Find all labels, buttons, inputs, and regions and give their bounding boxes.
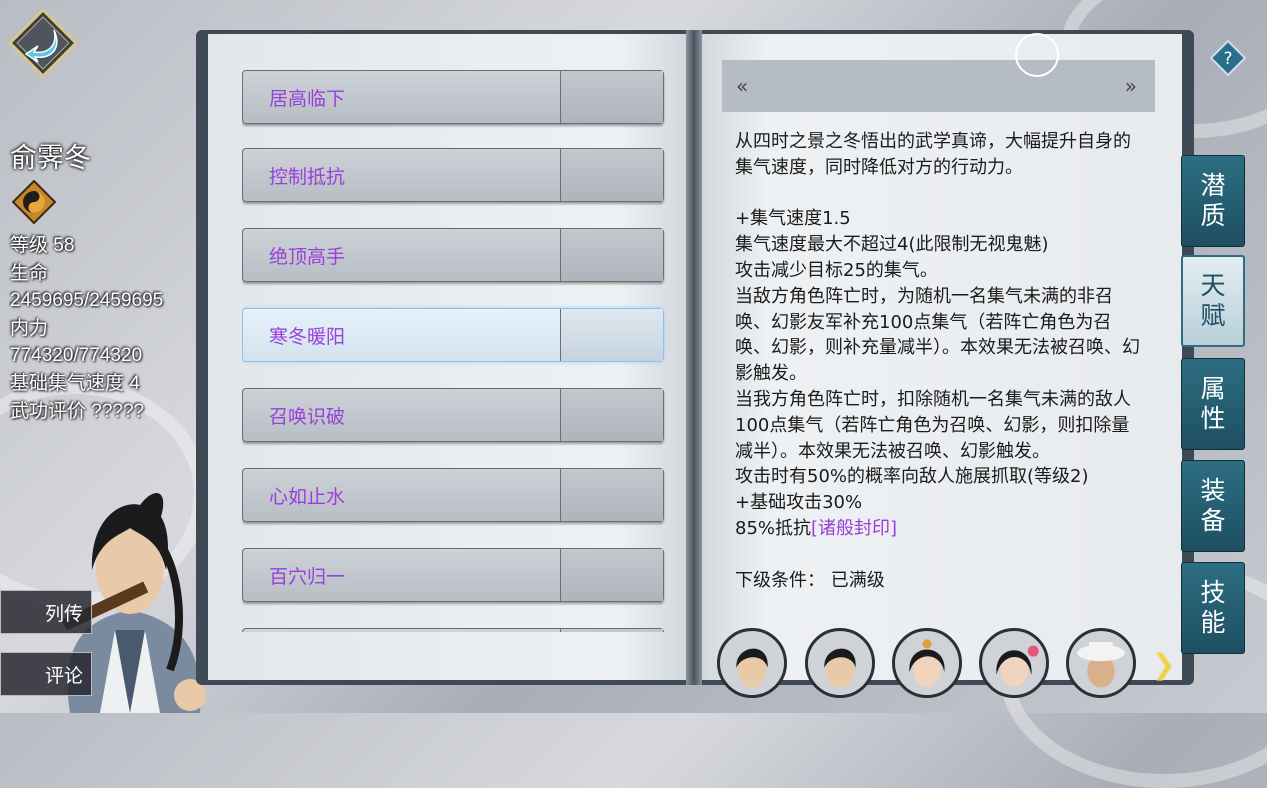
talent-name: 寒冬暖阳 [269, 327, 346, 348]
tab-potential[interactable]: 潜质 [1181, 155, 1245, 247]
description-line: +基础攻击30% [735, 490, 1140, 516]
tab-char: 性 [1200, 404, 1226, 433]
description-line: 当敌方角色阵亡时，为随机一名集气未满的非召唤、幻影友军补充100点集气（若阵亡角… [735, 284, 1140, 387]
tab-skills[interactable]: 技能 [1181, 562, 1245, 654]
description-text: 集气速度最大不超过4(此限制无视鬼魅) [735, 234, 1049, 256]
talent-item[interactable]: 召唤识破 [242, 388, 664, 442]
talent-slot [560, 71, 663, 123]
talent-list[interactable]: 居高临下 控制抵抗 绝顶高手 寒冬暖阳 召唤识破 心如止水 百穴归一 [242, 70, 666, 632]
talent-slot [560, 469, 663, 521]
mp-label: 内力 [10, 317, 49, 339]
talent-item[interactable] [242, 628, 664, 632]
talent-item[interactable]: 心如止水 [242, 468, 664, 522]
tab-char: 属 [1200, 374, 1226, 403]
talent-slot [560, 389, 663, 441]
sect-yin-yang-icon [12, 180, 56, 224]
level-stat: 等级 58 [10, 235, 75, 256]
description-line [735, 181, 1140, 207]
description-nav: « » [722, 60, 1155, 112]
description-text: 85%抵抗 [735, 517, 812, 539]
description-line [735, 542, 1140, 568]
description-text: +集气速度1.5 [735, 208, 851, 230]
talent-item[interactable]: 百穴归一 [242, 548, 664, 602]
tab-char: 备 [1200, 506, 1226, 535]
tab-talent[interactable]: 天赋 [1181, 255, 1245, 347]
talent-name: 控制抵抗 [269, 167, 346, 188]
description-tag[interactable]: [诸般封印] [811, 518, 897, 539]
description-text: +基础攻击30% [735, 492, 863, 514]
talent-slot [560, 149, 663, 201]
description-line: 集气速度最大不超过4(此限制无视鬼魅) [735, 232, 1140, 258]
description-text: 当我方角色阵亡时，扣除随机一名集气未满的敌人100点集气（若阵亡角色为召唤、幻影… [735, 388, 1131, 462]
biography-label: 列传 [44, 603, 83, 625]
mp-value: 774320/774320 [10, 345, 143, 367]
description-line: 攻击减少目标25的集气。 [735, 258, 1140, 284]
cursor-indicator [1015, 33, 1059, 77]
tab-char: 技 [1200, 578, 1226, 607]
tab-char: 潜 [1200, 171, 1226, 200]
talent-description: 从四时之景之冬悟出的武学真谛，大幅提升自身的集气速度，同时降低对方的行动力。 +… [735, 129, 1140, 619]
talent-item[interactable]: 绝顶高手 [242, 228, 664, 282]
tab-char: 赋 [1200, 301, 1226, 330]
team-avatar[interactable] [892, 628, 962, 698]
talent-slot [560, 229, 663, 281]
team-avatar[interactable] [717, 628, 787, 698]
talent-name: 居高临下 [269, 89, 346, 110]
tab-char: 质 [1200, 201, 1226, 230]
description-text: 攻击时有50%的概率向敌人施展抓取(等级2) [735, 466, 1089, 488]
tab-equipment[interactable]: 装备 [1181, 460, 1245, 552]
comment-label: 评论 [44, 665, 83, 687]
team-avatar[interactable] [805, 628, 875, 698]
description-line: 85%抵抗[诸般封印] [735, 516, 1140, 542]
help-icon[interactable]: ? [1210, 40, 1246, 76]
team-avatar[interactable] [1066, 628, 1136, 698]
tab-char: 装 [1200, 476, 1226, 505]
svg-text:?: ? [1223, 49, 1232, 69]
hp-value: 2459695/2459695 [10, 290, 164, 312]
description-line: +集气速度1.5 [735, 206, 1140, 232]
talent-item[interactable]: 控制抵抗 [242, 148, 664, 202]
prev-page-button[interactable]: « [736, 74, 748, 98]
talent-slot [560, 549, 663, 601]
description-line: 当我方角色阵亡时，扣除随机一名集气未满的敌人100点集气（若阵亡角色为召唤、幻影… [735, 387, 1140, 464]
hp-label: 生命 [10, 262, 49, 284]
next-avatars-arrow-icon[interactable]: ❯ [1152, 648, 1175, 681]
tab-char: 能 [1200, 608, 1226, 637]
biography-button[interactable]: 列传 [0, 590, 92, 634]
description-text: 攻击减少目标25的集气。 [735, 259, 938, 281]
back-button[interactable] [8, 8, 78, 78]
talent-slot [560, 629, 663, 632]
talent-name: 心如止水 [269, 487, 346, 508]
description-text: 下级条件： 已满级 [735, 569, 885, 591]
talent-slot [560, 309, 663, 361]
tab-char: 天 [1200, 271, 1226, 300]
tab-attributes[interactable]: 属性 [1181, 358, 1245, 450]
talent-item-selected[interactable]: 寒冬暖阳 [242, 308, 664, 362]
description-text: 从四时之景之冬悟出的武学真谛，大幅提升自身的集气速度，同时降低对方的行动力。 [735, 131, 1131, 178]
next-page-button[interactable]: » [1125, 74, 1137, 98]
book-spine [686, 30, 702, 685]
talent-name: 召唤识破 [269, 407, 346, 428]
description-line: 攻击时有50%的概率向敌人施展抓取(等级2) [735, 464, 1140, 490]
team-avatar[interactable] [979, 628, 1049, 698]
martial-rating: 武功评价 ????? [10, 400, 145, 422]
character-stats: 等级 58 生命 2459695/2459695 内力 774320/77432… [10, 232, 163, 425]
character-name: 俞霁冬 [10, 143, 91, 174]
talent-name: 百穴归一 [269, 567, 346, 588]
comment-button[interactable]: 评论 [0, 652, 92, 696]
speed-stat: 基础集气速度 4 [10, 372, 140, 394]
description-text: 当敌方角色阵亡时，为随机一名集气未满的非召唤、幻影友军补充100点集气（若阵亡角… [735, 285, 1140, 385]
talent-item[interactable]: 居高临下 [242, 70, 664, 124]
description-line: 从四时之景之冬悟出的武学真谛，大幅提升自身的集气速度，同时降低对方的行动力。 [735, 129, 1140, 181]
talent-name: 绝顶高手 [269, 247, 346, 268]
description-line: 下级条件： 已满级 [735, 568, 1140, 594]
